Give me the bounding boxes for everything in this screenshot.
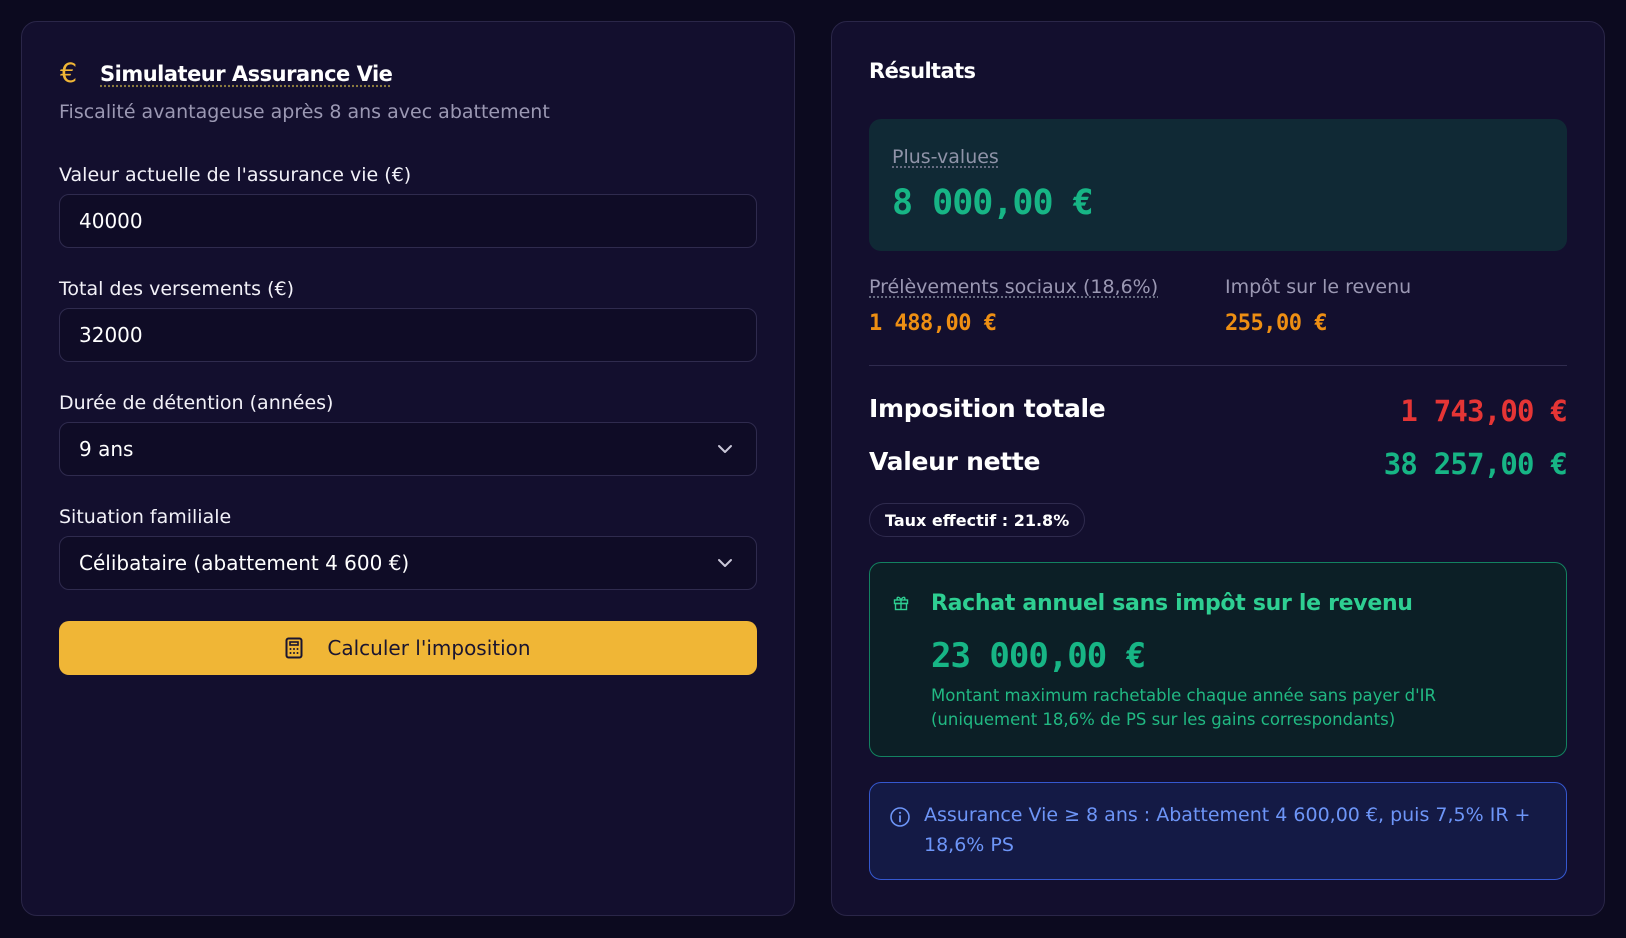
taux-effectif-badge: Taux effectif : 21.8%	[869, 503, 1086, 537]
form-header: € Simulateur Assurance Vie	[60, 58, 393, 89]
valeur-input-value: 40000	[79, 209, 143, 233]
chevron-down-icon	[708, 558, 742, 568]
results-panel: Résultats Plus-values 8 000,00 € Prélève…	[831, 21, 1605, 916]
prelevements-value: 1 488,00 €	[869, 311, 997, 336]
valeur-nette-label: Valeur nette	[869, 447, 1041, 476]
calculate-button-label: Calculer l'imposition	[327, 636, 531, 660]
gift-icon	[893, 595, 909, 615]
rachat-value: 23 000,00 €	[931, 636, 1146, 676]
plus-values-value: 8 000,00 €	[892, 183, 1094, 223]
rachat-card: Rachat annuel sans impôt sur le revenu 2…	[869, 562, 1567, 757]
imposition-totale-label: Imposition totale	[869, 394, 1106, 423]
info-icon	[889, 806, 911, 832]
calculator-icon	[285, 637, 303, 659]
rachat-description-line: (uniquement 18,6% de PS sur les gains co…	[931, 710, 1396, 729]
valeur-input[interactable]: 40000	[59, 194, 757, 248]
rachat-description-line: Montant maximum rachetable chaque année …	[931, 686, 1436, 705]
impot-label: Impôt sur le revenu	[1225, 276, 1412, 298]
prelevements-label: Prélèvements sociaux (18,6%)	[869, 276, 1159, 298]
calculate-button[interactable]: Calculer l'imposition	[59, 621, 757, 675]
situation-select[interactable]: Célibataire (abattement 4 600 €)	[59, 536, 757, 590]
imposition-totale-value: 1 743,00 €	[1400, 394, 1567, 428]
plus-values-card: Plus-values 8 000,00 €	[869, 119, 1567, 251]
info-alert: Assurance Vie ≥ 8 ans : Abattement 4 600…	[869, 782, 1567, 880]
info-text: Assurance Vie ≥ 8 ans : Abattement 4 600…	[924, 804, 1531, 856]
rachat-description: Montant maximum rachetable chaque année …	[931, 684, 1551, 732]
duree-label: Durée de détention (années)	[59, 392, 334, 414]
form-title: Simulateur Assurance Vie	[100, 61, 393, 86]
versements-input-value: 32000	[79, 323, 143, 347]
results-title: Résultats	[869, 59, 976, 83]
results-divider	[869, 365, 1567, 366]
rachat-title: Rachat annuel sans impôt sur le revenu	[931, 591, 1413, 616]
versements-label: Total des versements (€)	[59, 278, 294, 300]
form-subtitle: Fiscalité avantageuse après 8 ans avec a…	[59, 101, 550, 123]
valeur-label: Valeur actuelle de l'assurance vie (€)	[59, 164, 412, 186]
euro-icon: €	[60, 58, 78, 89]
situation-label: Situation familiale	[59, 506, 232, 528]
versements-input[interactable]: 32000	[59, 308, 757, 362]
impot-value: 255,00 €	[1225, 311, 1327, 336]
situation-select-value: Célibataire (abattement 4 600 €)	[79, 551, 410, 575]
plus-values-label: Plus-values	[892, 146, 999, 168]
chevron-down-icon	[708, 444, 742, 454]
duree-select-value: 9 ans	[79, 437, 134, 461]
duree-select[interactable]: 9 ans	[59, 422, 757, 476]
valeur-nette-value: 38 257,00 €	[1383, 447, 1568, 481]
simulator-form-panel: € Simulateur Assurance Vie Fiscalité ava…	[21, 21, 795, 916]
